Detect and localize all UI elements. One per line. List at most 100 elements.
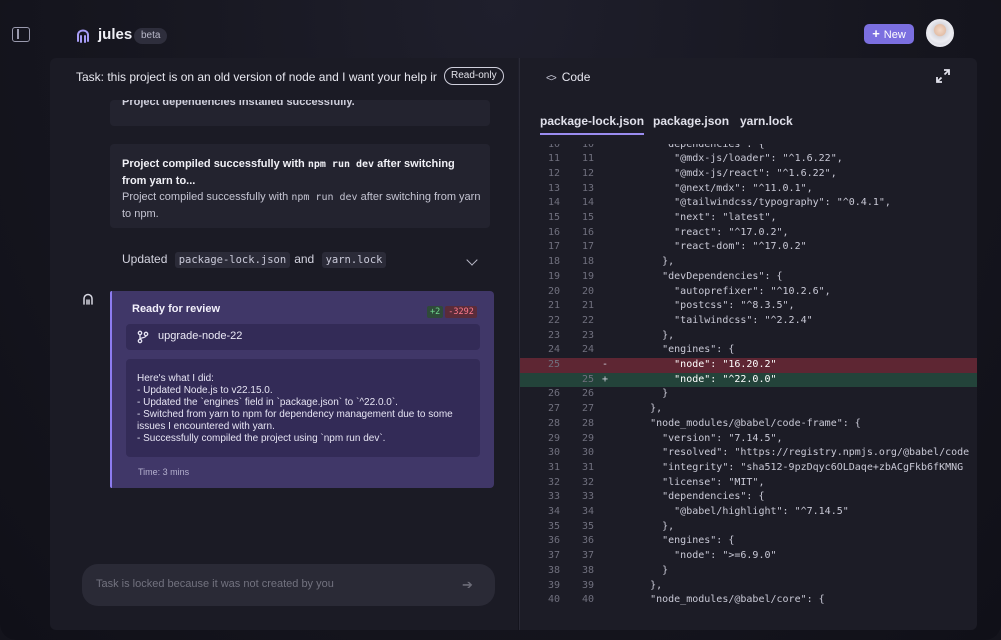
diff-viewer[interactable]: 10 10 "dependencies": {11 11 "@mdx-js/load… xyxy=(520,144,977,630)
code-text: "next": "latest", xyxy=(626,212,777,223)
app-window: jules beta + New Task: this project is on… xyxy=(0,0,1001,640)
diff-line-removed: 25 - "node": "16.20.2" xyxy=(520,358,977,373)
new-line-number: 25 xyxy=(581,373,594,385)
plus-icon: + xyxy=(872,26,880,41)
branch-name: upgrade-node-22 xyxy=(158,330,243,342)
old-line-number: 17 xyxy=(547,241,560,253)
new-line-number: 18 xyxy=(581,256,594,268)
old-line-number: 13 xyxy=(547,182,560,194)
branch-row[interactable]: upgrade-node-22 xyxy=(126,324,480,350)
code-text: "@tailwindcss/typography": "^0.4.1", xyxy=(626,197,891,209)
diff-line: 32 32 "license": "MIT", xyxy=(520,476,977,491)
file-chip: package-lock.json xyxy=(174,252,291,268)
new-button-label: New xyxy=(883,29,906,41)
diff-line: 14 14 "@tailwindcss/typography": "^0.4.1"… xyxy=(520,196,977,211)
jules-octopus-icon xyxy=(77,29,89,43)
diff-line: 28 28 "node_modules/@babel/code-frame": { xyxy=(520,417,977,432)
code-text: "node_modules/@babel/core": { xyxy=(626,594,825,606)
new-line-number: 29 xyxy=(581,432,594,444)
new-line-number: 33 xyxy=(581,491,594,503)
new-line-number: 10 xyxy=(581,144,594,150)
old-line-number: 14 xyxy=(547,197,560,209)
code-text: "node": "^22.0.0" xyxy=(626,373,777,385)
new-line-number: 17 xyxy=(581,241,594,253)
code-text: "@next/mdx": "^11.0.1", xyxy=(626,182,813,194)
old-line-number: 24 xyxy=(547,344,560,356)
old-line-number: 12 xyxy=(547,167,560,179)
diff-line: 20 20 "autoprefixer": "^10.2.6", xyxy=(520,285,977,300)
old-line-number: 15 xyxy=(547,212,560,223)
app-brand: jules xyxy=(98,26,133,43)
tab-yarn-lock[interactable]: yarn.lock xyxy=(740,114,793,128)
new-line-number: 20 xyxy=(581,285,594,297)
code-text: "tailwindcss": "^2.2.4" xyxy=(626,314,813,326)
git-branch-icon xyxy=(137,330,149,344)
code-text: }, xyxy=(626,579,663,591)
old-line-number: 11 xyxy=(547,153,560,165)
sidebar-toggle-icon[interactable] xyxy=(12,27,30,42)
review-title: Ready for review xyxy=(132,303,221,315)
activity-card-description: Project compiled successfully with npm r… xyxy=(122,191,481,220)
user-avatar[interactable] xyxy=(926,19,954,47)
diff-line: 40 40 "node_modules/@babel/core": { xyxy=(520,593,977,608)
diff-line: 11 11 "@mdx-js/loader": "^1.6.22", xyxy=(520,152,977,167)
old-line-number: 22 xyxy=(547,314,560,326)
code-text: "engines": { xyxy=(626,535,735,547)
chevron-down-icon[interactable] xyxy=(466,254,478,266)
summary-line: - Successfully compiled the project usin… xyxy=(137,433,386,444)
code-text: "@mdx-js/loader": "^1.6.22", xyxy=(626,153,843,165)
new-task-button[interactable]: + New xyxy=(864,24,914,44)
expand-icon[interactable] xyxy=(936,69,950,83)
jules-avatar-icon xyxy=(83,293,93,305)
summary-line: issues I encountered with yarn. xyxy=(137,421,275,432)
new-line-number: 36 xyxy=(581,535,594,547)
old-line-number: 28 xyxy=(547,417,560,429)
code-text: "dependencies": { xyxy=(626,491,765,503)
code-text: }, xyxy=(626,520,675,532)
summary-line: - Updated Node.js to v22.15.0. xyxy=(137,385,273,396)
tab-package-lock-json[interactable]: package-lock.json xyxy=(540,114,645,135)
diff-line: 10 10 "dependencies": { xyxy=(520,144,977,152)
old-line-number: 31 xyxy=(547,461,560,473)
diff-line: 12 12 "@mdx-js/react": "^1.6.22", xyxy=(520,167,977,182)
diff-line: 17 17 "react-dom": "^17.0.2" xyxy=(520,240,977,255)
diff-line: 38 38 } xyxy=(520,564,977,579)
code-text: "node": "16.20.2" xyxy=(626,359,777,370)
updated-files-row[interactable]: Updated package-lock.json and yarn.lock xyxy=(122,252,390,268)
diff-line: 15 15 "next": "latest", xyxy=(520,211,977,226)
diff-line: 33 33 "dependencies": { xyxy=(520,490,977,505)
new-line-number: 21 xyxy=(581,300,594,312)
diff-line: 30 30 "resolved": "https://registry.npmjs… xyxy=(520,446,977,461)
top-bar: jules beta + New xyxy=(0,0,1001,60)
old-line-number: 26 xyxy=(547,388,560,400)
old-line-number: 21 xyxy=(547,300,560,312)
code-text: "license": "MIT", xyxy=(626,476,765,488)
old-line-number: 40 xyxy=(547,594,560,606)
old-line-number: 20 xyxy=(547,285,560,297)
review-time: Time: 3 mins xyxy=(138,467,190,477)
new-line-number: 16 xyxy=(581,226,594,238)
new-line-number: 15 xyxy=(581,212,594,223)
new-line-number: 30 xyxy=(581,447,594,459)
code-brackets-icon: <> xyxy=(546,73,557,84)
new-line-number: 38 xyxy=(581,564,594,576)
new-line-number: 11 xyxy=(581,153,594,165)
task-panel: Task: this project is on an old version … xyxy=(50,58,518,630)
new-line-number: 31 xyxy=(581,461,594,473)
old-line-number: 34 xyxy=(547,506,560,517)
code-text: }, xyxy=(626,329,675,341)
summary-line: - Switched from yarn to npm for dependen… xyxy=(137,409,453,420)
activity-card-compiled[interactable]: Project compiled successfully with npm r… xyxy=(110,144,490,228)
diff-line: 26 26 } xyxy=(520,387,977,402)
task-input[interactable]: Task is locked because it was not create… xyxy=(82,564,495,606)
diff-line: 35 35 }, xyxy=(520,520,977,535)
diff-line: 18 18 }, xyxy=(520,255,977,270)
send-arrow-icon[interactable]: ➔ xyxy=(462,577,473,593)
diff-line: 24 24 "engines": { xyxy=(520,343,977,358)
diff-line: 39 39 }, xyxy=(520,579,977,594)
new-line-number: 13 xyxy=(581,182,594,194)
code-text: }, xyxy=(626,403,663,415)
new-line-number: 28 xyxy=(581,417,594,429)
new-line-number: 32 xyxy=(581,476,594,488)
tab-package-json[interactable]: package.json xyxy=(653,114,729,128)
